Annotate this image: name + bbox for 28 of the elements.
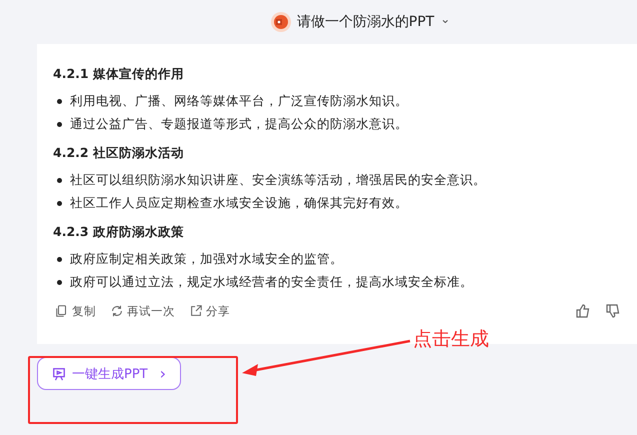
bullet-dot: [57, 178, 62, 183]
bullet-text: 政府可以通过立法，规定水域经营者的安全责任，提高水域安全标准。: [70, 274, 473, 291]
bullet-text: 利用电视、广播、网络等媒体平台，广泛宣传防溺水知识。: [70, 93, 408, 110]
bullet-dot: [57, 122, 62, 127]
share-icon: [189, 304, 203, 318]
section-heading: 4.2.1 媒体宣传的作用: [53, 66, 185, 83]
presentation-icon: [52, 366, 66, 380]
bullet-text: 社区工作人员应定期检查水域安全设施，确保其完好有效。: [70, 195, 408, 212]
presentation-file-icon: [270, 12, 291, 32]
thumbs-up-icon[interactable]: [575, 303, 591, 319]
annotation-text: 点击生成: [413, 327, 489, 352]
action-share-button[interactable]: 分享: [187, 304, 232, 318]
bullet-dot: [57, 99, 62, 104]
thumbs-down-icon[interactable]: [605, 303, 621, 319]
copy-icon: [55, 304, 69, 318]
action-copy-button[interactable]: 复制: [53, 304, 98, 318]
action-retry-button[interactable]: 再试一次: [108, 304, 177, 318]
chat-title-dropdown[interactable]: 请做一个防溺水的PPT ⌄: [266, 10, 454, 34]
bullet-text: 通过公益广告、专题报道等形式，提高公众的防溺水意识。: [70, 116, 408, 133]
bullet-text: 社区可以组织防溺水知识讲座、安全演练等活动，增强居民的安全意识。: [70, 172, 486, 189]
bullet-dot: [57, 257, 62, 262]
section-heading: 4.2.2 社区防溺水活动: [53, 145, 185, 162]
section-heading: 4.2.3 政府防溺水政策: [53, 224, 185, 241]
retry-icon: [110, 304, 124, 318]
bullet-dot: [57, 201, 62, 206]
bullet-dot: [57, 280, 62, 285]
generate-ppt-button[interactable]: 一键生成PPT ›: [37, 357, 182, 390]
bullet-text: 政府应制定相关政策，加强对水域安全的监管。: [70, 251, 343, 268]
